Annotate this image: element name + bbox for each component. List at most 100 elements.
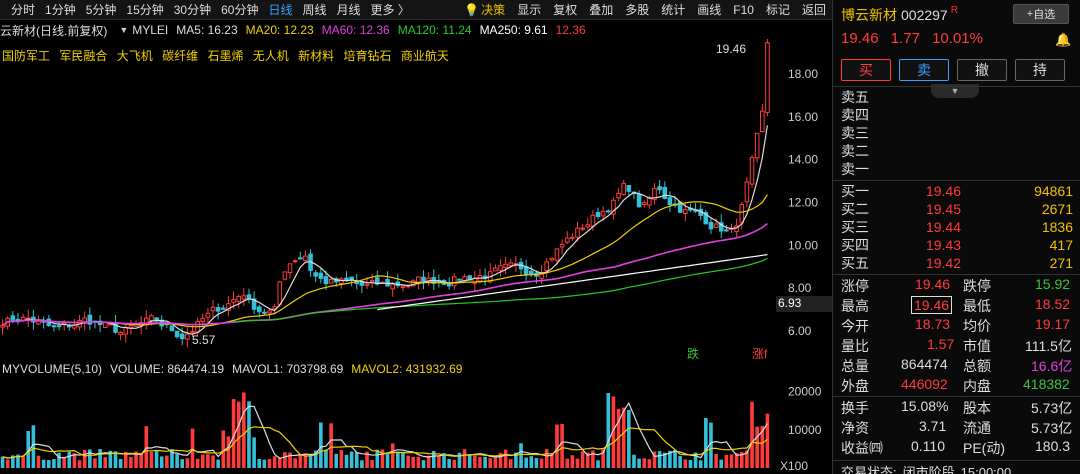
f10-button[interactable]: F10: [727, 3, 760, 17]
quote-row: 涨停 19.46 跌停 15.92: [841, 276, 1073, 296]
concept-tag[interactable]: 商业航天: [401, 49, 449, 63]
candle-body: [298, 257, 303, 260]
volume-bar: [5, 459, 10, 468]
candle-body: [174, 330, 180, 338]
tab-more[interactable]: 更多 〉: [366, 1, 415, 18]
limit-up-value: 19.46: [915, 276, 951, 292]
volume-bar: [683, 459, 688, 468]
candle-body: [760, 110, 765, 133]
volume-bar: [67, 451, 72, 468]
volume-bar: [688, 460, 693, 468]
volume-ma-lines-group: [2, 401, 768, 459]
adjust-button[interactable]: 复权: [547, 1, 583, 18]
bid-label: 买四: [841, 237, 869, 253]
candle-body: [626, 185, 632, 192]
turnover-rate-value: 15.08%: [901, 398, 949, 414]
bid-label: 买一: [841, 183, 869, 199]
display-button[interactable]: 显示: [511, 1, 547, 18]
tab-15min[interactable]: 15分钟: [121, 1, 168, 18]
concept-tag[interactable]: 培育钻石: [344, 49, 392, 63]
volume-bar: [447, 459, 451, 468]
ma-legend: 云新材(日线.前复权) ▼ MYLEI MA5: 16.23 MA20: 12.…: [0, 21, 832, 39]
outer-disk-value: 446092: [901, 376, 948, 392]
multi-stock-button[interactable]: 多股: [619, 1, 655, 18]
volume-bar: [216, 459, 220, 468]
overlay-button[interactable]: 叠加: [583, 1, 619, 18]
ask-row: 卖四: [841, 106, 1073, 124]
volume-bar: [462, 449, 467, 468]
concept-tag[interactable]: 大飞机: [117, 49, 153, 63]
tab-monthly[interactable]: 月线: [332, 1, 366, 18]
tab-1min[interactable]: 1分钟: [40, 1, 81, 18]
volume-bar: [437, 455, 441, 468]
limit-down-value: 15.92: [1035, 276, 1071, 292]
stats-button[interactable]: 统计: [655, 1, 691, 18]
tab-30min[interactable]: 30分钟: [169, 1, 216, 18]
tab-weekly[interactable]: 周线: [297, 1, 331, 18]
back-button[interactable]: 返回: [796, 1, 832, 18]
candle-body: [282, 271, 288, 280]
volume-bar: [570, 455, 575, 468]
candle-body: [498, 265, 503, 271]
legend-down-arrow-icon[interactable]: ▼: [119, 25, 128, 35]
zhangting-marker: 涨f: [752, 347, 768, 361]
holdings-button[interactable]: 持: [1015, 59, 1065, 81]
total-volume-value: 864474: [901, 356, 948, 372]
volume-chart[interactable]: 20000 10000 X100: [0, 378, 832, 474]
volume-bar: [175, 454, 179, 468]
tab-daily[interactable]: 日线: [263, 1, 297, 18]
concept-tag[interactable]: 碳纤维: [162, 49, 198, 63]
float-shares-label: 流通: [963, 420, 991, 436]
volume-bar: [339, 450, 344, 468]
candle-body: [595, 211, 601, 218]
add-watchlist-button[interactable]: + 自选: [1013, 4, 1069, 24]
inner-disk-value: 418382: [1023, 376, 1070, 392]
quote-panel: 博云新材 002297 R + 自选 19.46 1.77 10.01% 🔔 买 卖 …: [832, 0, 1080, 474]
volume-bar: [478, 457, 482, 468]
candle-body: [739, 204, 745, 224]
volume-bar: [334, 453, 339, 468]
volume-bar: [647, 459, 652, 468]
candle-body: [749, 156, 755, 185]
candle-body: [616, 192, 621, 199]
candle-body: [544, 261, 549, 271]
concept-tag[interactable]: 石墨烯: [207, 49, 243, 63]
volume-bar: [154, 450, 159, 468]
candle-body: [313, 272, 318, 277]
pe-value: 180.3: [1035, 438, 1071, 454]
ma120-value: MA120: 11.24: [397, 23, 472, 37]
concept-tag[interactable]: 新材料: [298, 49, 334, 63]
decision-button[interactable]: 💡 决策: [458, 1, 511, 18]
concept-tag[interactable]: 无人机: [253, 49, 289, 63]
market-cap-label: 市值: [963, 338, 991, 354]
volume-bar: [52, 459, 56, 468]
ask-row: 卖三: [841, 124, 1073, 142]
candle-body: [51, 325, 57, 328]
sell-button[interactable]: 卖: [899, 59, 949, 81]
draw-button[interactable]: 画线: [691, 1, 727, 18]
buy-button[interactable]: 买: [841, 59, 891, 81]
price-axis-tick: 16.00: [788, 110, 818, 124]
quote-row: 外盘 446092 内盘 418382: [841, 376, 1073, 396]
quote-row: 量比 1.57 市值 111.5亿: [841, 336, 1073, 356]
bid-label: 买五: [841, 255, 869, 271]
cancel-order-button[interactable]: 撤: [957, 59, 1007, 81]
tab-fenshi[interactable]: 分时: [6, 1, 40, 18]
candle-body: [559, 244, 565, 248]
candle-body: [169, 325, 175, 332]
volume-bar: [621, 407, 626, 468]
turnover-amount-value: 16.6亿: [1031, 358, 1073, 374]
tab-5min[interactable]: 5分钟: [81, 1, 122, 18]
volume-bar: [698, 460, 703, 468]
market-cap-value: 111.5亿: [1025, 338, 1072, 354]
concept-tag[interactable]: 国防军工: [2, 49, 50, 63]
bid-volume: 94861: [1034, 183, 1073, 199]
candlestick-chart[interactable]: 18.00 16.00 14.00 12.00 10.00 8.00 6.00: [0, 39, 832, 361]
bid-row: 买二 19.45 2671: [841, 200, 1073, 218]
bell-icon[interactable]: 🔔: [1055, 32, 1071, 48]
concept-tag[interactable]: 军民融合: [59, 49, 107, 63]
price-axis-tick: 18.00: [788, 67, 818, 81]
tab-60min[interactable]: 60分钟: [216, 1, 263, 18]
candle-body: [636, 193, 642, 208]
mark-button[interactable]: 标记: [760, 1, 796, 18]
